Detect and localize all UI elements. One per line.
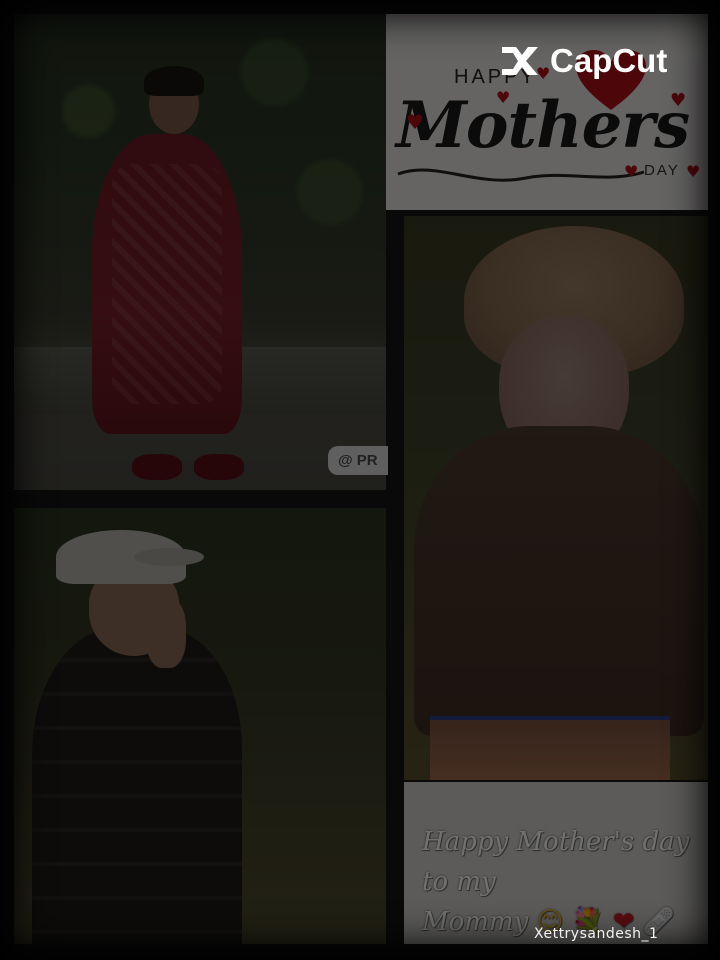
day-label: DAY <box>644 162 680 179</box>
woman-hair <box>144 66 204 96</box>
heart-icon: ♥ <box>686 162 701 181</box>
heart-icon: ♥ <box>496 88 511 107</box>
username-watermark: Xettrysandesh_1 <box>534 926 659 942</box>
mention-tag: @ PR <box>328 446 388 475</box>
capcut-logo-icon <box>502 47 538 75</box>
photo-woman-jacket <box>14 508 386 944</box>
praying-hands <box>146 598 186 668</box>
heart-icon: ♥ <box>670 90 687 111</box>
cap-brim <box>134 548 204 566</box>
puffer-jacket <box>32 628 242 944</box>
capcut-brand: CapCut <box>550 42 668 79</box>
left-shoe <box>132 454 182 480</box>
collage-frame: @ PR HAPPY Mothers DAY ♥ ♥ ♥ ♥ ♥ ♥ Happy… <box>0 0 720 960</box>
photo-woman-red-dress <box>14 14 386 490</box>
heart-icon: ♥ <box>406 110 424 134</box>
caption-text: Happy Mother's day to my Mommy 😊 💐 ❤ 🩹 <box>422 822 708 942</box>
red-dress <box>92 134 242 434</box>
photo-woman-fur-hat <box>404 216 708 780</box>
right-shoe <box>194 454 244 480</box>
mothers-label: Mothers <box>396 88 690 163</box>
capcut-watermark: CapCut <box>498 40 667 82</box>
caption-panel: Happy Mother's day to my Mommy 😊 💐 ❤ 🩹 <box>404 782 708 944</box>
wrap-top <box>414 426 704 736</box>
swash-decoration <box>397 168 645 182</box>
caption-line-1: Happy Mother's day to my <box>422 827 690 897</box>
skirt <box>430 716 670 780</box>
heart-icon: ♥ <box>624 162 639 181</box>
caption-mommy: Mommy <box>422 907 529 937</box>
